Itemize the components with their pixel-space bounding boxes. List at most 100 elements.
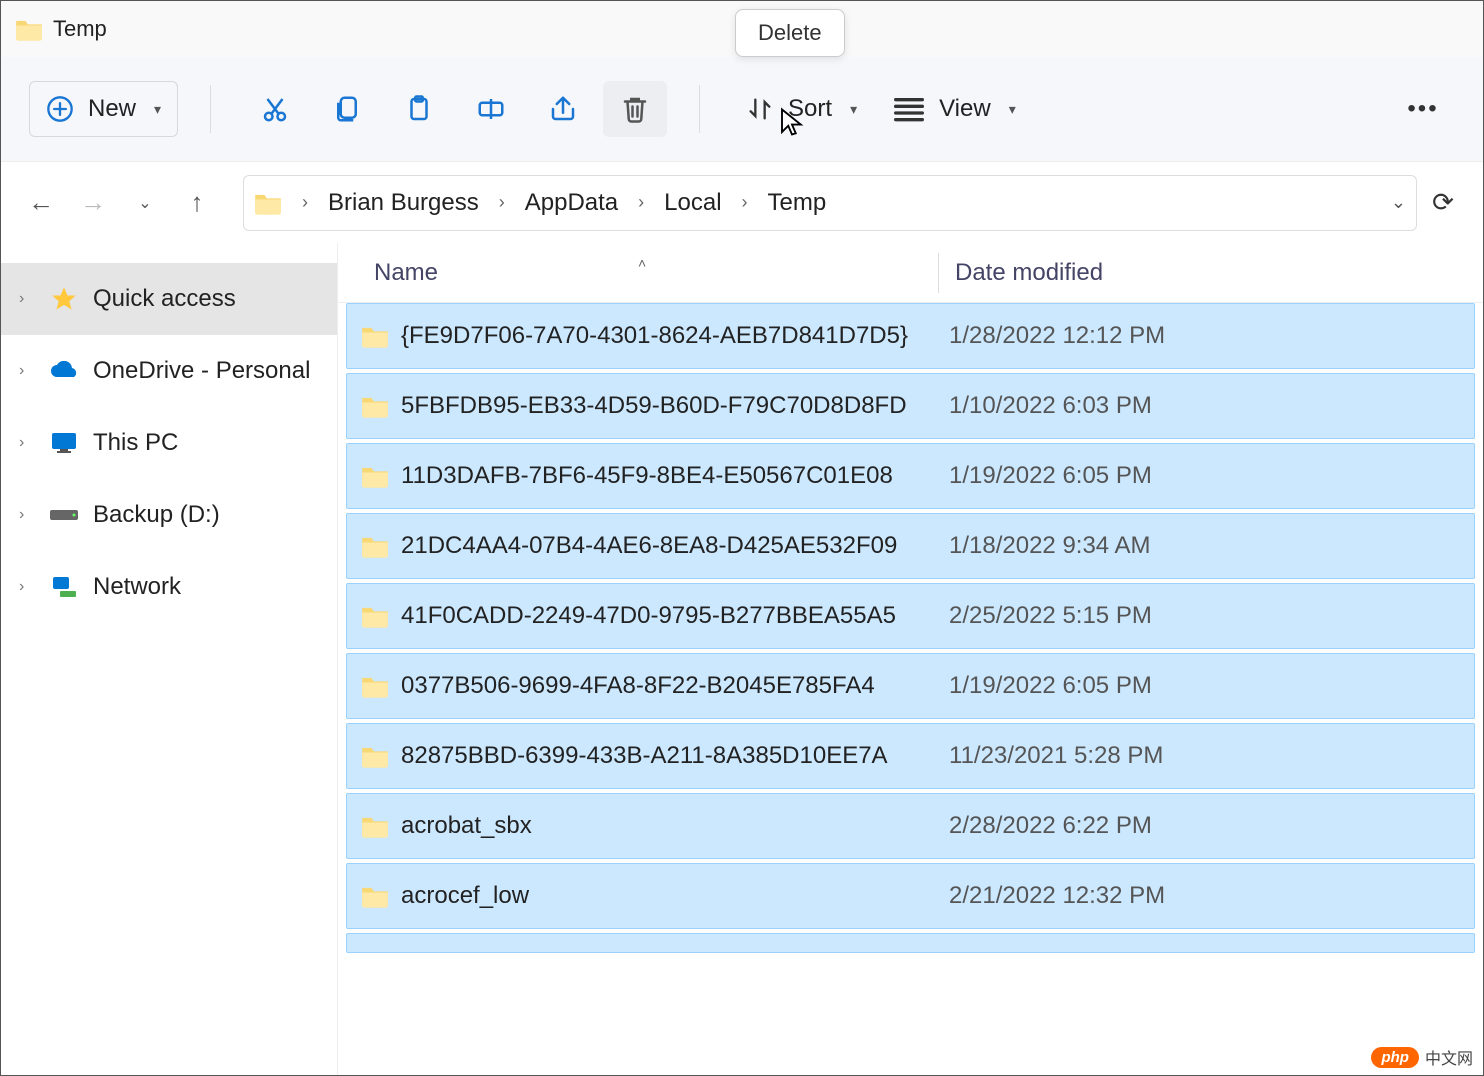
- file-date: 1/19/2022 6:05 PM: [949, 672, 1152, 700]
- table-row[interactable]: 5FBFDB95-EB33-4D59-B60D-F79C70D8D8FD1/10…: [346, 373, 1475, 439]
- breadcrumb-separator-icon: ›: [630, 192, 652, 213]
- sidebar-item-label: This PC: [93, 429, 178, 457]
- table-row[interactable]: 0377B506-9699-4FA8-8F22-B2045E785FA41/19…: [346, 653, 1475, 719]
- rename-icon: [476, 94, 506, 124]
- trash-icon: [620, 94, 650, 124]
- file-name: 5FBFDB95-EB33-4D59-B60D-F79C70D8D8FD: [401, 392, 949, 420]
- onedrive-icon: [49, 358, 79, 384]
- watermark-text: 中文网: [1425, 1045, 1473, 1069]
- file-name: 21DC4AA4-07B4-4AE6-8EA8-D425AE532F09: [401, 532, 949, 560]
- cut-button[interactable]: [243, 81, 307, 137]
- breadcrumb-separator-icon: ›: [734, 192, 756, 213]
- plus-circle-icon: [46, 95, 74, 123]
- file-date: 1/28/2022 12:12 PM: [949, 322, 1165, 350]
- breadcrumb-item[interactable]: Brian Burgess: [322, 185, 485, 221]
- folder-icon: [15, 17, 43, 41]
- chevron-right-icon: ›: [19, 362, 35, 380]
- column-header-name[interactable]: ˄ Name: [338, 259, 938, 287]
- copy-button[interactable]: [315, 81, 379, 137]
- sidebar-item-label: Quick access: [93, 285, 236, 313]
- chevron-right-icon: ›: [19, 434, 35, 452]
- column-header-date[interactable]: Date modified: [938, 253, 1103, 293]
- file-name: 82875BBD-6399-433B-A211-8A385D10EE7A: [401, 742, 949, 770]
- table-row[interactable]: 11D3DAFB-7BF6-45F9-8BE4-E50567C01E081/19…: [346, 443, 1475, 509]
- breadcrumb-item[interactable]: Local: [658, 185, 727, 221]
- file-name: 11D3DAFB-7BF6-45F9-8BE4-E50567C01E08: [401, 462, 949, 490]
- paste-button[interactable]: [387, 81, 451, 137]
- folder-icon: [254, 191, 282, 215]
- file-date: 2/25/2022 5:15 PM: [949, 602, 1152, 630]
- file-date: 2/21/2022 12:32 PM: [949, 882, 1165, 910]
- file-date: 1/19/2022 6:05 PM: [949, 462, 1152, 490]
- separator: [210, 85, 211, 133]
- file-name: 0377B506-9699-4FA8-8F22-B2045E785FA4: [401, 672, 949, 700]
- recent-button[interactable]: ⌄: [119, 177, 171, 229]
- table-row[interactable]: 82875BBD-6399-433B-A211-8A385D10EE7A11/2…: [346, 723, 1475, 789]
- separator: [699, 85, 700, 133]
- column-header-row: ˄ Name Date modified: [338, 243, 1483, 303]
- sidebar-item-this-pc[interactable]: › This PC: [1, 407, 337, 479]
- file-date: 1/18/2022 9:34 AM: [949, 532, 1151, 560]
- sort-button[interactable]: Sort ▾: [732, 81, 871, 137]
- back-button[interactable]: ←: [15, 177, 67, 229]
- chevron-down-icon: ▾: [154, 101, 161, 118]
- ellipsis-icon: •••: [1407, 95, 1438, 123]
- table-row[interactable]: 21DC4AA4-07B4-4AE6-8EA8-D425AE532F091/18…: [346, 513, 1475, 579]
- breadcrumb-separator-icon: ›: [491, 192, 513, 213]
- address-bar[interactable]: › Brian Burgess › AppData › Local › Temp…: [243, 175, 1417, 231]
- sidebar-item-network[interactable]: › Network: [1, 551, 337, 623]
- copy-icon: [332, 94, 362, 124]
- file-date: 1/10/2022 6:03 PM: [949, 392, 1152, 420]
- sidebar-item-backup[interactable]: › Backup (D:): [1, 479, 337, 551]
- watermark: php 中文网: [1371, 1045, 1473, 1069]
- file-date: 11/23/2021 5:28 PM: [949, 742, 1163, 770]
- sort-ascending-icon: ˄: [638, 255, 646, 271]
- file-name: acrobat_sbx: [401, 812, 949, 840]
- view-label: View: [939, 95, 991, 123]
- address-dropdown-icon[interactable]: ⌄: [1391, 192, 1406, 213]
- sidebar-item-label: Backup (D:): [93, 501, 220, 529]
- column-name-label: Name: [374, 259, 438, 286]
- toolbar: New ▾ Sort ▾ View ▾ •••: [1, 57, 1483, 161]
- window-title: Temp: [53, 16, 107, 42]
- table-row[interactable]: acrobat_sbx2/28/2022 6:22 PM: [346, 793, 1475, 859]
- rename-button[interactable]: [459, 81, 523, 137]
- refresh-button[interactable]: ⟳: [1417, 187, 1469, 218]
- table-row[interactable]: {FE9D7F06-7A70-4301-8624-AEB7D841D7D5}1/…: [346, 303, 1475, 369]
- watermark-badge: php: [1371, 1047, 1419, 1068]
- breadcrumb-item[interactable]: Temp: [762, 185, 833, 221]
- share-icon: [548, 94, 578, 124]
- table-row[interactable]: 41F0CADD-2249-47D0-9795-B277BBEA55A52/25…: [346, 583, 1475, 649]
- new-label: New: [88, 95, 136, 123]
- view-button[interactable]: View ▾: [879, 81, 1030, 137]
- file-name: 41F0CADD-2249-47D0-9795-B277BBEA55A5: [401, 602, 949, 630]
- star-icon: [49, 286, 79, 312]
- file-list: ˄ Name Date modified {FE9D7F06-7A70-4301…: [337, 243, 1483, 1075]
- share-button[interactable]: [531, 81, 595, 137]
- forward-button[interactable]: →: [67, 177, 119, 229]
- breadcrumb-item[interactable]: AppData: [519, 185, 624, 221]
- navbar: ← → ⌄ ↑ › Brian Burgess › AppData › Loca…: [1, 161, 1483, 243]
- chevron-right-icon: ›: [19, 290, 35, 308]
- sidebar-item-label: OneDrive - Personal: [93, 357, 310, 385]
- delete-button[interactable]: [603, 81, 667, 137]
- breadcrumb-separator-icon: ›: [294, 192, 316, 213]
- sidebar: › Quick access › OneDrive - Personal › T…: [1, 243, 337, 1075]
- file-name: acrocef_low: [401, 882, 949, 910]
- sidebar-item-label: Network: [93, 573, 181, 601]
- sidebar-item-onedrive[interactable]: › OneDrive - Personal: [1, 335, 337, 407]
- file-date: 2/28/2022 6:22 PM: [949, 812, 1152, 840]
- sidebar-item-quick-access[interactable]: › Quick access: [1, 263, 337, 335]
- chevron-right-icon: ›: [19, 578, 35, 596]
- sort-icon: [746, 95, 774, 123]
- new-button[interactable]: New ▾: [29, 81, 178, 137]
- cut-icon: [260, 94, 290, 124]
- file-name: {FE9D7F06-7A70-4301-8624-AEB7D841D7D5}: [401, 322, 949, 350]
- partial-row[interactable]: [346, 933, 1475, 953]
- more-button[interactable]: •••: [1391, 81, 1455, 137]
- up-button[interactable]: ↑: [171, 177, 223, 229]
- chevron-down-icon: ▾: [850, 101, 857, 118]
- table-row[interactable]: acrocef_low2/21/2022 12:32 PM: [346, 863, 1475, 929]
- network-icon: [49, 574, 79, 600]
- main-area: › Quick access › OneDrive - Personal › T…: [1, 243, 1483, 1075]
